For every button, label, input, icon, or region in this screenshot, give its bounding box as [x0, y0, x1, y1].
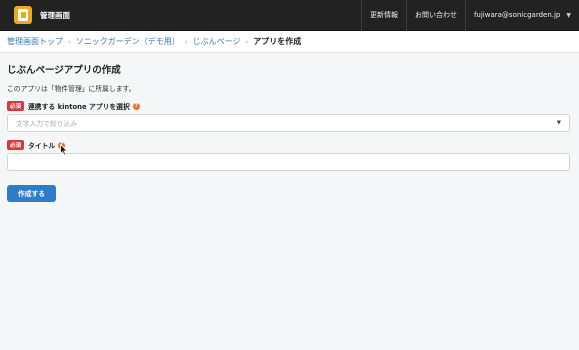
- brand-title: 管理画面: [40, 10, 70, 20]
- caret-down-icon: ▼: [556, 120, 561, 126]
- app-select-label-text: 連携する kintone アプリを選択: [28, 103, 130, 111]
- chevron-right-icon: ›: [68, 37, 71, 46]
- main-content: じぶんページアプリの作成 このアプリは「物件管理」に所属します。 必須 連携する…: [7, 62, 570, 202]
- breadcrumb-item-organization[interactable]: ソニックガーデン（デモ用）: [76, 36, 180, 47]
- required-badge: 必須: [7, 140, 25, 150]
- mouse-cursor-icon: [60, 144, 68, 156]
- nav-contact-link[interactable]: お問い合わせ: [405, 0, 465, 31]
- page-title: じぶんページアプリの作成: [7, 65, 121, 76]
- chevron-right-icon: ›: [184, 37, 188, 46]
- app-logo-icon: [14, 6, 32, 24]
- nav-right: 更新情報 お問い合わせ fujiwara@sonicgarden.jp ▼: [360, 0, 579, 31]
- breadcrumb: 管理画面トップ › ソニックガーデン（デモ用） › じぶんページ › アプリを作…: [0, 31, 579, 53]
- breadcrumb-item-jibun-page[interactable]: じぶんページ: [193, 36, 241, 47]
- page-description: このアプリは「物件管理」に所属します。: [7, 85, 136, 93]
- app-select-label: 必須 連携する kintone アプリを選択 ?: [7, 101, 570, 111]
- help-icon[interactable]: ?: [132, 102, 140, 110]
- user-email: fujiwara@sonicgarden.jp: [473, 11, 561, 19]
- title-input[interactable]: [7, 153, 570, 171]
- title-label-text: タイトル: [28, 142, 56, 150]
- required-badge: 必須: [7, 101, 25, 111]
- brand[interactable]: 管理画面: [0, 0, 70, 31]
- caret-down-icon: ▼: [566, 11, 571, 19]
- chevron-right-icon: ›: [245, 37, 249, 46]
- app-select-placeholder: 文字入力で絞り込み: [16, 120, 78, 128]
- breadcrumb-current: アプリを作成: [253, 37, 302, 46]
- title-label: 必須 タイトル ?: [7, 140, 570, 150]
- nav-updates-link[interactable]: 更新情報: [360, 0, 406, 31]
- user-menu-dropdown[interactable]: fujiwara@sonicgarden.jp ▼: [464, 0, 579, 31]
- breadcrumb-item-admin-top[interactable]: 管理画面トップ: [7, 36, 63, 47]
- top-navbar: 管理画面 更新情報 お問い合わせ fujiwara@sonicgarden.jp…: [0, 0, 579, 31]
- create-button[interactable]: 作成する: [7, 184, 56, 202]
- kintone-app-select[interactable]: 文字入力で絞り込み ▼: [7, 114, 570, 132]
